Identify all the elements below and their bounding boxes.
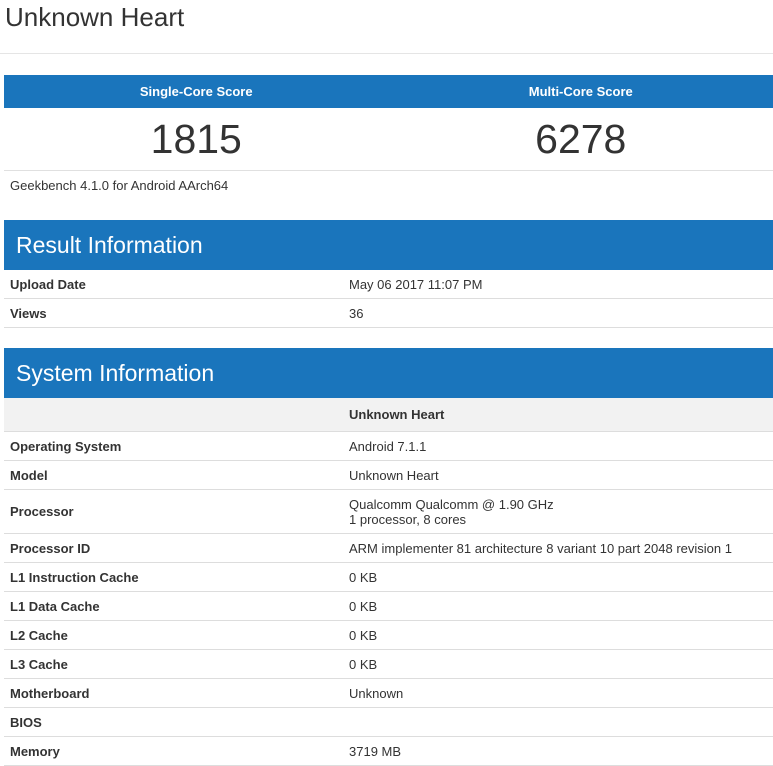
score-header: Single-Core Score Multi-Core Score	[4, 75, 773, 108]
row-value: 0 KB	[343, 621, 773, 649]
row-value: 36	[343, 299, 773, 327]
table-row: Model Unknown Heart	[4, 461, 773, 490]
row-label: Motherboard	[4, 679, 343, 707]
row-value: Android 7.1.1	[343, 432, 773, 460]
system-information-heading: System Information	[4, 348, 773, 398]
row-value: 3719 MB	[343, 737, 773, 765]
row-label: L1 Data Cache	[4, 592, 343, 620]
multi-core-label: Multi-Core Score	[389, 75, 773, 108]
row-value: Unknown	[343, 679, 773, 707]
row-label: Views	[4, 299, 343, 327]
page-title: Unknown Heart	[5, 2, 184, 32]
score-table: Single-Core Score Multi-Core Score 1815 …	[4, 75, 773, 171]
processor-cores: 1 processor, 8 cores	[349, 512, 773, 527]
table-row: BIOS	[4, 708, 773, 737]
table-row: Views 36	[4, 299, 773, 328]
table-row: L2 Cache 0 KB	[4, 621, 773, 650]
row-label: Processor	[4, 490, 343, 533]
table-row: L1 Data Cache 0 KB	[4, 592, 773, 621]
title-divider	[0, 53, 773, 54]
processor-name: Qualcomm Qualcomm @ 1.90 GHz	[349, 497, 773, 512]
system-information-table: Unknown Heart Operating System Android 7…	[4, 398, 773, 766]
row-value: 0 KB	[343, 592, 773, 620]
result-information-table: Upload Date May 06 2017 11:07 PM Views 3…	[4, 270, 773, 328]
table-row: Memory 3719 MB	[4, 737, 773, 766]
table-row: Motherboard Unknown	[4, 679, 773, 708]
row-label: Processor ID	[4, 534, 343, 562]
geekbench-version: Geekbench 4.1.0 for Android AArch64	[10, 178, 228, 193]
single-core-score: 1815	[4, 108, 389, 170]
row-label: Operating System	[4, 432, 343, 460]
row-value: ARM implementer 81 architecture 8 varian…	[343, 534, 773, 562]
row-value	[343, 708, 773, 736]
row-label: L1 Instruction Cache	[4, 563, 343, 591]
row-label: Memory	[4, 737, 343, 765]
result-information-heading: Result Information	[4, 220, 773, 270]
row-label: L2 Cache	[4, 621, 343, 649]
row-value: May 06 2017 11:07 PM	[343, 270, 773, 298]
row-value: Qualcomm Qualcomm @ 1.90 GHz 1 processor…	[343, 490, 773, 533]
table-row: L3 Cache 0 KB	[4, 650, 773, 679]
table-row: L1 Instruction Cache 0 KB	[4, 563, 773, 592]
row-value: Unknown Heart	[343, 461, 773, 489]
device-name-row: Unknown Heart	[4, 398, 773, 432]
single-core-label: Single-Core Score	[4, 75, 389, 108]
row-label: L3 Cache	[4, 650, 343, 678]
row-label-empty	[4, 398, 343, 431]
row-label: Model	[4, 461, 343, 489]
row-label: BIOS	[4, 708, 343, 736]
row-value: 0 KB	[343, 563, 773, 591]
table-row: Operating System Android 7.1.1	[4, 432, 773, 461]
table-row: Processor Qualcomm Qualcomm @ 1.90 GHz 1…	[4, 490, 773, 534]
row-value: 0 KB	[343, 650, 773, 678]
row-label: Upload Date	[4, 270, 343, 298]
multi-core-score: 6278	[389, 108, 773, 170]
device-name: Unknown Heart	[343, 398, 773, 431]
score-values: 1815 6278	[4, 108, 773, 171]
table-row: Processor ID ARM implementer 81 architec…	[4, 534, 773, 563]
table-row: Upload Date May 06 2017 11:07 PM	[4, 270, 773, 299]
